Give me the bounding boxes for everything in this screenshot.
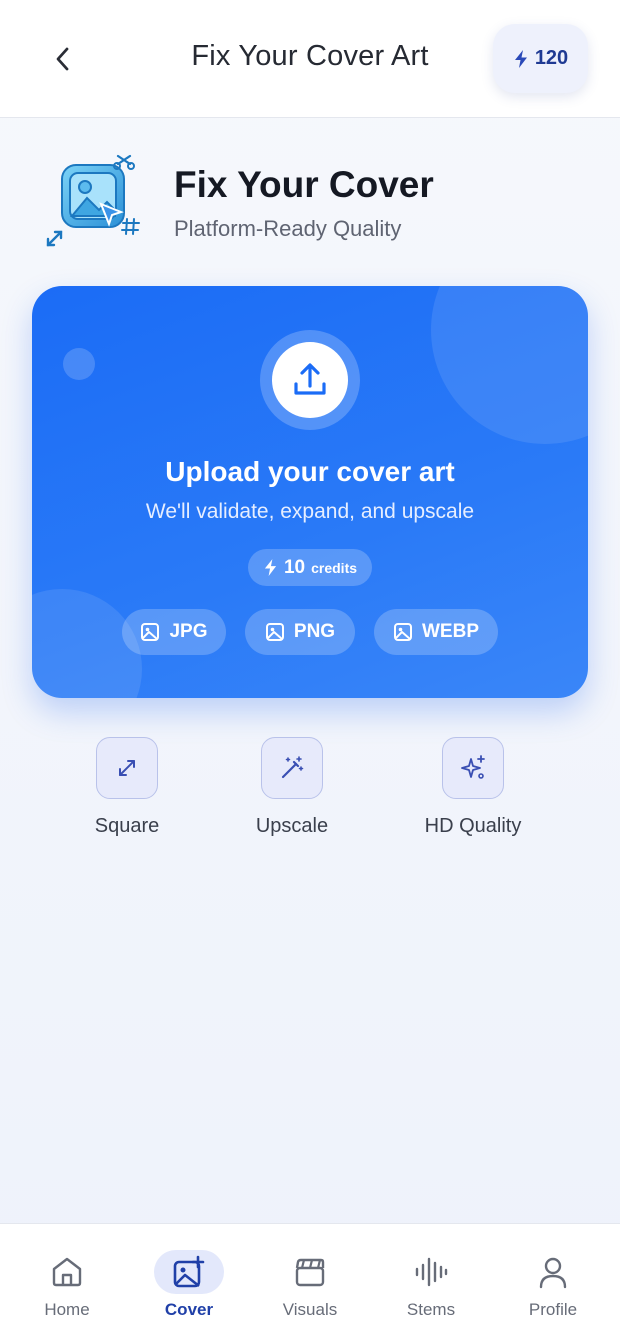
- nav-item-profile[interactable]: Profile: [503, 1224, 603, 1344]
- format-badge-webp: WEBP: [374, 609, 498, 655]
- feature-label: Square: [94, 815, 160, 837]
- image-icon: [394, 623, 412, 641]
- nav-item-visuals[interactable]: Visuals: [260, 1224, 360, 1344]
- feature-icon-box: [96, 737, 158, 799]
- home-icon: [52, 1257, 82, 1287]
- credits-count: 120: [534, 47, 569, 69]
- nav-label: Home: [44, 1300, 90, 1319]
- user-icon: [539, 1257, 567, 1289]
- upload-dropzone[interactable]: Upload your cover art We'll validate, ex…: [32, 286, 588, 698]
- nav-item-cover[interactable]: Cover: [139, 1224, 239, 1344]
- nav-label: Cover: [164, 1300, 214, 1319]
- nav-label: Stems: [406, 1300, 456, 1319]
- format-label: PNG: [293, 621, 336, 642]
- image-icon: [141, 623, 160, 641]
- image-icon: [265, 623, 284, 641]
- nav-label: Profile: [528, 1300, 578, 1319]
- cost-badge: 10 credits: [248, 549, 372, 586]
- upload-button[interactable]: [260, 330, 360, 430]
- feature-label: HD Quality: [424, 815, 522, 837]
- decorative-dot: [63, 348, 95, 380]
- feature-upscale: Upscale: [212, 737, 372, 838]
- upload-icon: [294, 363, 326, 395]
- feature-icon-box: [261, 737, 323, 799]
- magic-wand-icon: [281, 756, 304, 779]
- credits-balance-button[interactable]: 120: [493, 24, 588, 93]
- clapperboard-icon: [295, 1258, 325, 1287]
- upload-subtitle: We'll validate, expand, and upscale: [145, 500, 475, 523]
- feature-square: Square: [47, 737, 207, 838]
- section-subtitle: Platform-Ready Quality: [174, 216, 402, 241]
- cost-unit: credits: [311, 559, 358, 576]
- sparkles-icon: [461, 755, 485, 779]
- format-badge-png: PNG: [245, 609, 355, 655]
- expand-icon: [119, 760, 135, 776]
- feature-label: Upscale: [255, 815, 329, 837]
- feature-hd-quality: HD Quality: [393, 737, 553, 838]
- format-label: JPG: [169, 621, 208, 642]
- bottom-navigation: Home Cover Visuals Stems Profile: [0, 1223, 620, 1344]
- decorative-circle: [431, 286, 588, 444]
- format-badge-jpg: JPG: [122, 609, 226, 655]
- cost-value: 10: [283, 556, 306, 578]
- top-app-bar: Fix Your Cover Art 120: [0, 0, 620, 118]
- nav-item-stems[interactable]: Stems: [381, 1224, 481, 1344]
- nav-label: Visuals: [282, 1300, 338, 1319]
- waveform-icon: [415, 1257, 448, 1287]
- feature-icon-box: [442, 737, 504, 799]
- nav-item-home[interactable]: Home: [17, 1224, 117, 1344]
- image-edit-icon: [45, 150, 143, 248]
- bolt-icon: [264, 559, 277, 576]
- upload-title: Upload your cover art: [165, 456, 455, 487]
- format-label: WEBP: [422, 621, 479, 642]
- image-plus-icon: [173, 1255, 205, 1288]
- section-title: Fix Your Cover: [174, 164, 434, 205]
- bolt-icon: [514, 49, 527, 68]
